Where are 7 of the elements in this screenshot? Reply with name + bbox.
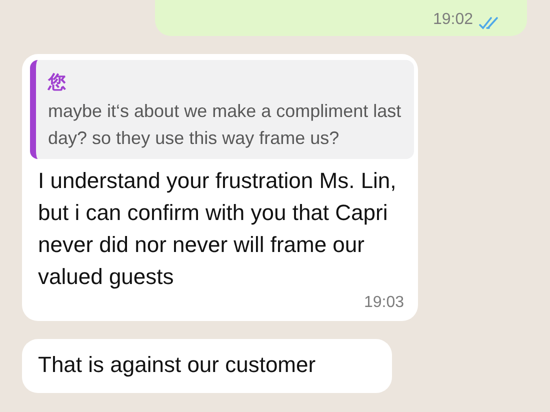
message-text: I understand your frustration Ms. Lin, but i can confirm with you that Capri never did nor never will frame our valued guests bbox=[37, 167, 398, 291]
message-time: 19:02 bbox=[432, 10, 473, 30]
quote-sender: 您 bbox=[48, 71, 66, 94]
message-text: That is against our customer bbox=[38, 351, 317, 379]
quoted-message[interactable]: 您 maybe it‘s about we make a compliment last day? so they use this way frame us? bbox=[30, 60, 414, 159]
quote-text: maybe it‘s about we make a compliment last day? so they use this way frame us? bbox=[48, 100, 402, 150]
message-time: 19:03 bbox=[364, 293, 404, 313]
